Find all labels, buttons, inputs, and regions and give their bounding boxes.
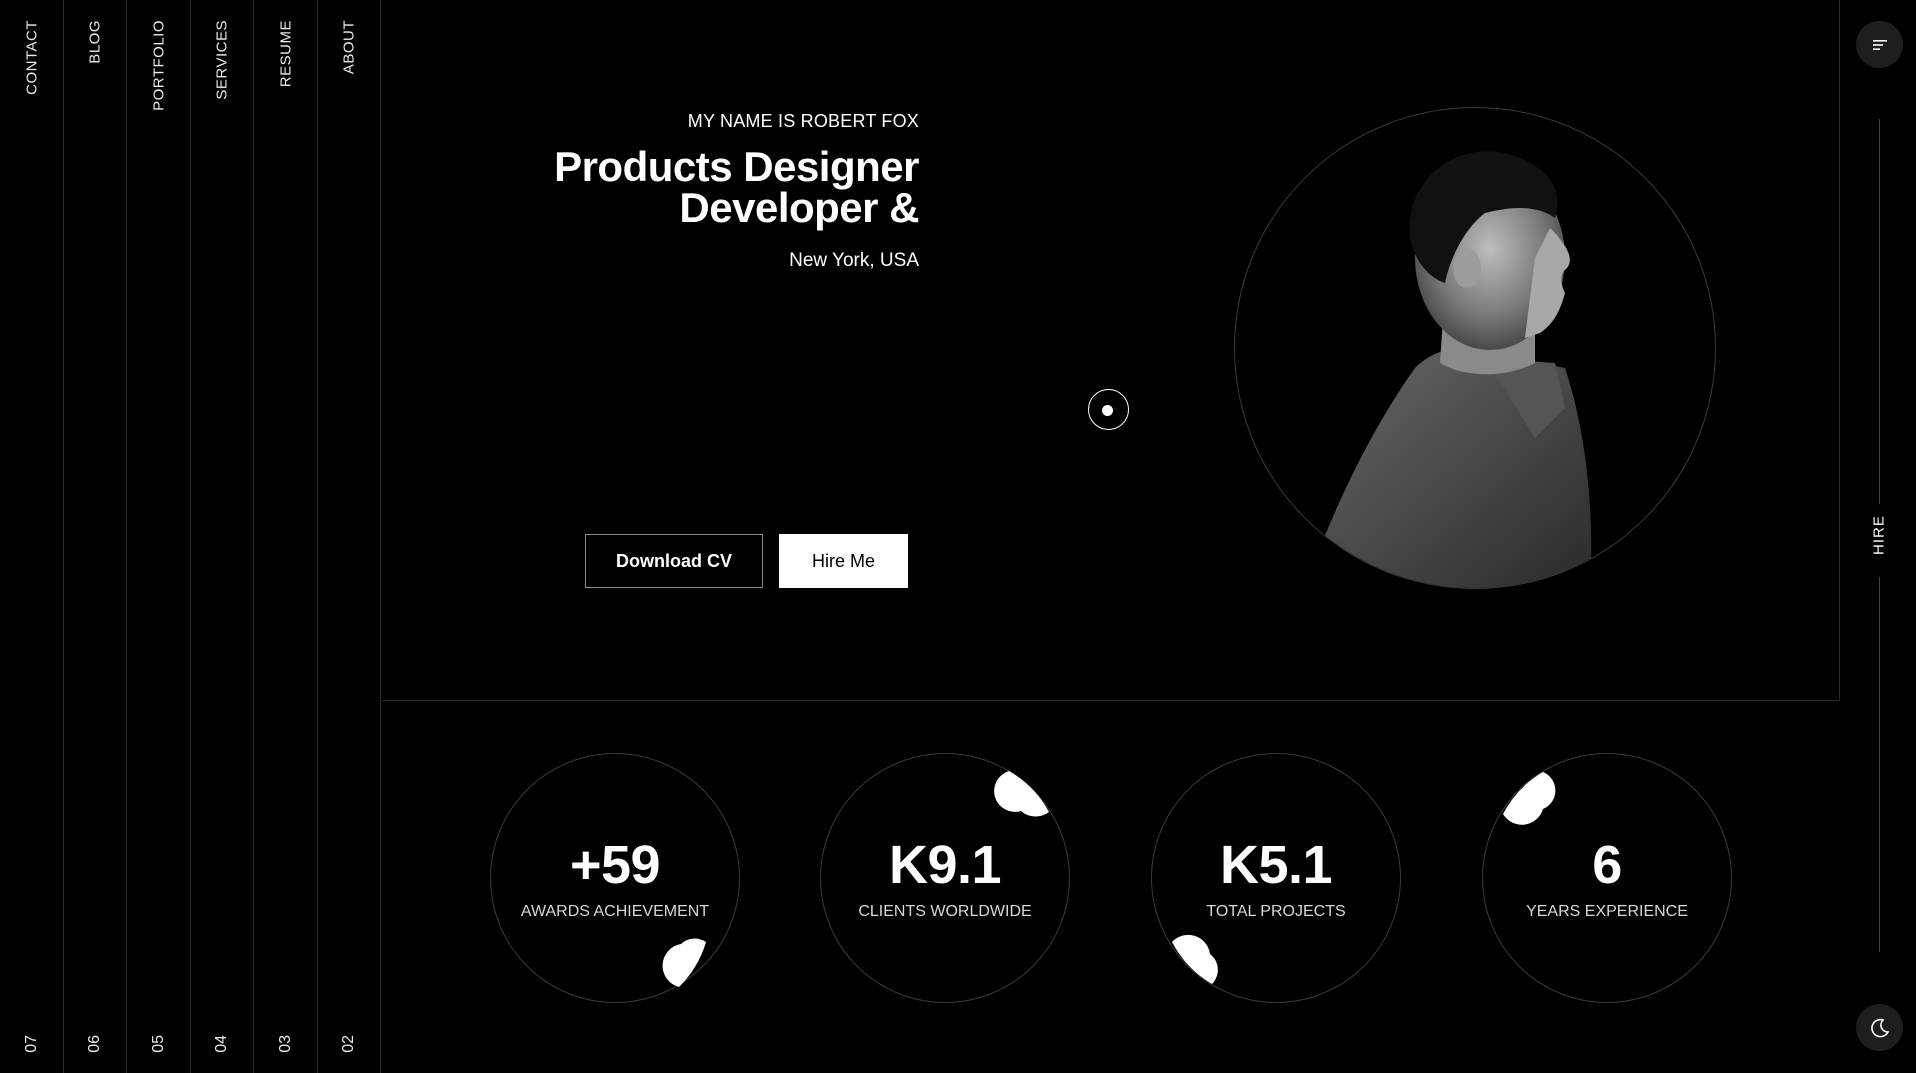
stat-projects: K5.1 TOTAL PROJECTS: [1151, 753, 1401, 1003]
nav-number: 04: [212, 1035, 230, 1053]
hero-title-line: Products Designer: [554, 143, 919, 190]
profile-photo: [1234, 107, 1716, 589]
nav-item-contact[interactable]: CONTACT 07: [0, 0, 64, 1073]
nav-label: ABOUT: [340, 20, 357, 75]
rail-divider: [1879, 577, 1880, 952]
hero-location: New York, USA: [789, 250, 919, 271]
theme-toggle-button[interactable]: [1856, 1004, 1903, 1051]
stat-value: +59: [569, 835, 661, 895]
menu-button[interactable]: [1856, 21, 1903, 68]
hire-link[interactable]: HIRE: [1868, 515, 1890, 555]
nav-number: 03: [276, 1035, 294, 1053]
hero-title: Products Designer Developer &: [520, 143, 919, 231]
nav-item-portfolio[interactable]: PORTFOLIO 05: [127, 0, 191, 1073]
stat-label: AWARDS ACHIEVEMENT: [520, 903, 710, 920]
rail-divider: [1879, 119, 1880, 504]
stat-label: CLIENTS WORLDWIDE: [858, 903, 1032, 920]
cursor-indicator: [1088, 389, 1129, 430]
portrait-illustration: [1305, 151, 1592, 588]
moon-icon: [1870, 1018, 1889, 1037]
stat-label: TOTAL PROJECTS: [1206, 903, 1346, 920]
download-cv-button[interactable]: Download CV: [585, 534, 763, 588]
stat-clients: K9.1 CLIENTS WORLDWIDE: [820, 753, 1070, 1003]
stat-value: K9.1: [888, 835, 1002, 895]
nav-label: RESUME: [277, 20, 294, 88]
stat-experience: 6 YEARS EXPERIENCE: [1482, 753, 1732, 1003]
nav-label: PORTFOLIO: [150, 20, 167, 111]
hero-intro: MY NAME IS ROBERT FOX: [687, 111, 919, 131]
nav-number: 06: [85, 1035, 103, 1053]
nav-number: 05: [149, 1035, 167, 1053]
nav-number: 02: [339, 1035, 357, 1053]
nav-item-services[interactable]: SERVICES 04: [190, 0, 254, 1073]
stat-awards: +59 AWARDS ACHIEVEMENT: [490, 753, 740, 1003]
nav-label: BLOG: [86, 20, 103, 64]
nav-item-resume[interactable]: RESUME 03: [254, 0, 318, 1073]
hire-me-button[interactable]: Hire Me: [779, 534, 908, 588]
nav-item-blog[interactable]: BLOG 06: [63, 0, 127, 1073]
menu-icon: [1872, 39, 1887, 50]
stat-value: 6: [1592, 835, 1622, 895]
stat-label: YEARS EXPERIENCE: [1526, 903, 1688, 920]
nav-item-about[interactable]: ABOUT 02: [317, 0, 381, 1073]
hero-title-line: Developer &: [679, 184, 919, 231]
nav-label: SERVICES: [213, 20, 230, 100]
nav-label: CONTACT: [23, 20, 40, 95]
stat-value: K5.1: [1219, 835, 1333, 895]
nav-number: 07: [22, 1035, 40, 1053]
